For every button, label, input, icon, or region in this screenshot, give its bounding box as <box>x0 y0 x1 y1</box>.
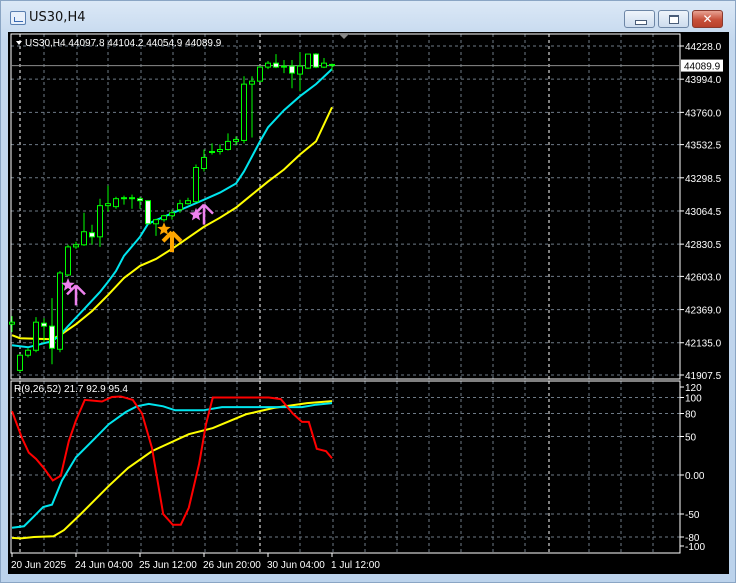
candle-bear <box>329 63 335 67</box>
minimize-button[interactable] <box>624 10 655 28</box>
candle-bull <box>321 62 327 68</box>
price-axis-label: 43760.0 <box>685 108 722 119</box>
candle-bear <box>313 53 319 68</box>
candle-bull <box>281 65 287 68</box>
candle-bull <box>233 138 239 142</box>
indicator-line-r52 <box>11 400 333 540</box>
chart-window-icon <box>10 11 26 25</box>
price-axis-label: 43994.0 <box>685 75 722 86</box>
chart-area[interactable]: 44228.0 43994.0 43760.0 43532.5 43298.5 43064… <box>8 32 729 574</box>
candle-bear <box>273 62 279 68</box>
price-axis-label: 41907.5 <box>685 371 722 382</box>
price-chart[interactable]: 44228.0 43994.0 43760.0 43532.5 43298.5 43064… <box>8 32 729 574</box>
candle-bull <box>105 203 111 207</box>
candle-bull <box>217 148 223 152</box>
chart-shift-marker[interactable] <box>339 34 349 39</box>
indicator-axis-label: 80 <box>685 410 697 421</box>
time-axis-label: 1 Jul 12:00 <box>331 560 380 571</box>
candle-bear <box>89 232 95 238</box>
main-pane-border <box>10 33 681 380</box>
candle-bull <box>265 62 271 68</box>
candle-bear <box>289 65 295 74</box>
price-axis-label: 42369.0 <box>685 306 722 317</box>
price-axis-label: 43298.5 <box>685 174 722 185</box>
candle-bear <box>41 322 47 327</box>
window-title: US30,H4 <box>29 10 86 25</box>
indicator-pane-border <box>10 380 681 554</box>
indicator-axis-label: 120 <box>685 383 702 394</box>
price-axis-label: 43064.5 <box>685 207 722 218</box>
indicator-axis-label: -50 <box>685 510 700 521</box>
candle-bull <box>241 83 247 141</box>
candle-bull <box>57 272 63 350</box>
candle-bull <box>305 53 311 69</box>
time-axis-label: 20 Jun 2025 <box>11 560 66 571</box>
current-price-label: 44089.9 <box>684 62 721 73</box>
candle-bull <box>33 321 39 351</box>
time-axis-label: 30 Jun 04:00 <box>267 560 325 571</box>
candle-bull <box>129 197 135 200</box>
candle-bull <box>177 203 183 211</box>
main-legend: US30,H4 44097.8 44104.2 44054.9 44089.9 <box>25 38 222 49</box>
candle-bull <box>257 66 263 82</box>
price-axis-label: 42135.0 <box>685 339 722 350</box>
candle-bull <box>65 246 71 276</box>
indicator-axis-label: -100 <box>685 542 705 553</box>
indicator-line-r9 <box>11 395 333 526</box>
candle-bull <box>121 197 127 200</box>
close-button[interactable]: ✕ <box>692 10 723 28</box>
maximize-button[interactable] <box>658 10 689 28</box>
price-axis-label: 44228.0 <box>685 42 722 53</box>
candle-bull <box>81 231 87 246</box>
chart-window: US30,H4 ✕ 44228.0 43994.0 43760.0 43532.5 43… <box>0 0 736 583</box>
indicator-axis-label: 100 <box>685 394 702 405</box>
title-bar[interactable]: US30,H4 ✕ <box>1 1 736 32</box>
candle-bear <box>137 198 143 202</box>
indicator-legend: R(9,26,52) 21.7 92.9 95.4 <box>14 384 128 395</box>
candle-bull <box>113 198 119 208</box>
candle-bull <box>297 65 303 75</box>
time-axis-label: 24 Jun 04:00 <box>75 560 133 571</box>
candle-bull <box>73 244 79 248</box>
candle-bear <box>49 325 55 349</box>
price-axis-label: 42830.5 <box>685 240 722 251</box>
candle-bull <box>185 200 191 205</box>
price-axis-label: 43532.5 <box>685 141 722 152</box>
candle-bull <box>97 205 103 238</box>
signal-arrow-up-icon <box>161 230 183 253</box>
candle-bull <box>169 212 175 217</box>
candle-bull <box>193 167 199 203</box>
price-axis-label: 42603.0 <box>685 272 722 283</box>
candle-bear <box>145 200 151 225</box>
indicator-axis-label: 0.00 <box>685 471 705 482</box>
candle-bull <box>201 156 207 169</box>
candle-bull <box>209 150 215 153</box>
candle-bull <box>225 140 231 150</box>
candle-bull <box>25 349 31 356</box>
time-axis-label: 25 Jun 12:00 <box>139 560 197 571</box>
candle-bull <box>249 80 255 85</box>
symbol-menu-icon[interactable] <box>16 41 22 45</box>
candle-bull <box>9 321 15 325</box>
indicator-line-r26 <box>11 402 333 529</box>
indicator-axis-label: 50 <box>685 433 697 444</box>
time-axis-label: 26 Jun 20:00 <box>203 560 261 571</box>
candle-bull <box>17 354 23 371</box>
candle-bull <box>153 219 159 225</box>
candle-bull <box>161 215 167 221</box>
